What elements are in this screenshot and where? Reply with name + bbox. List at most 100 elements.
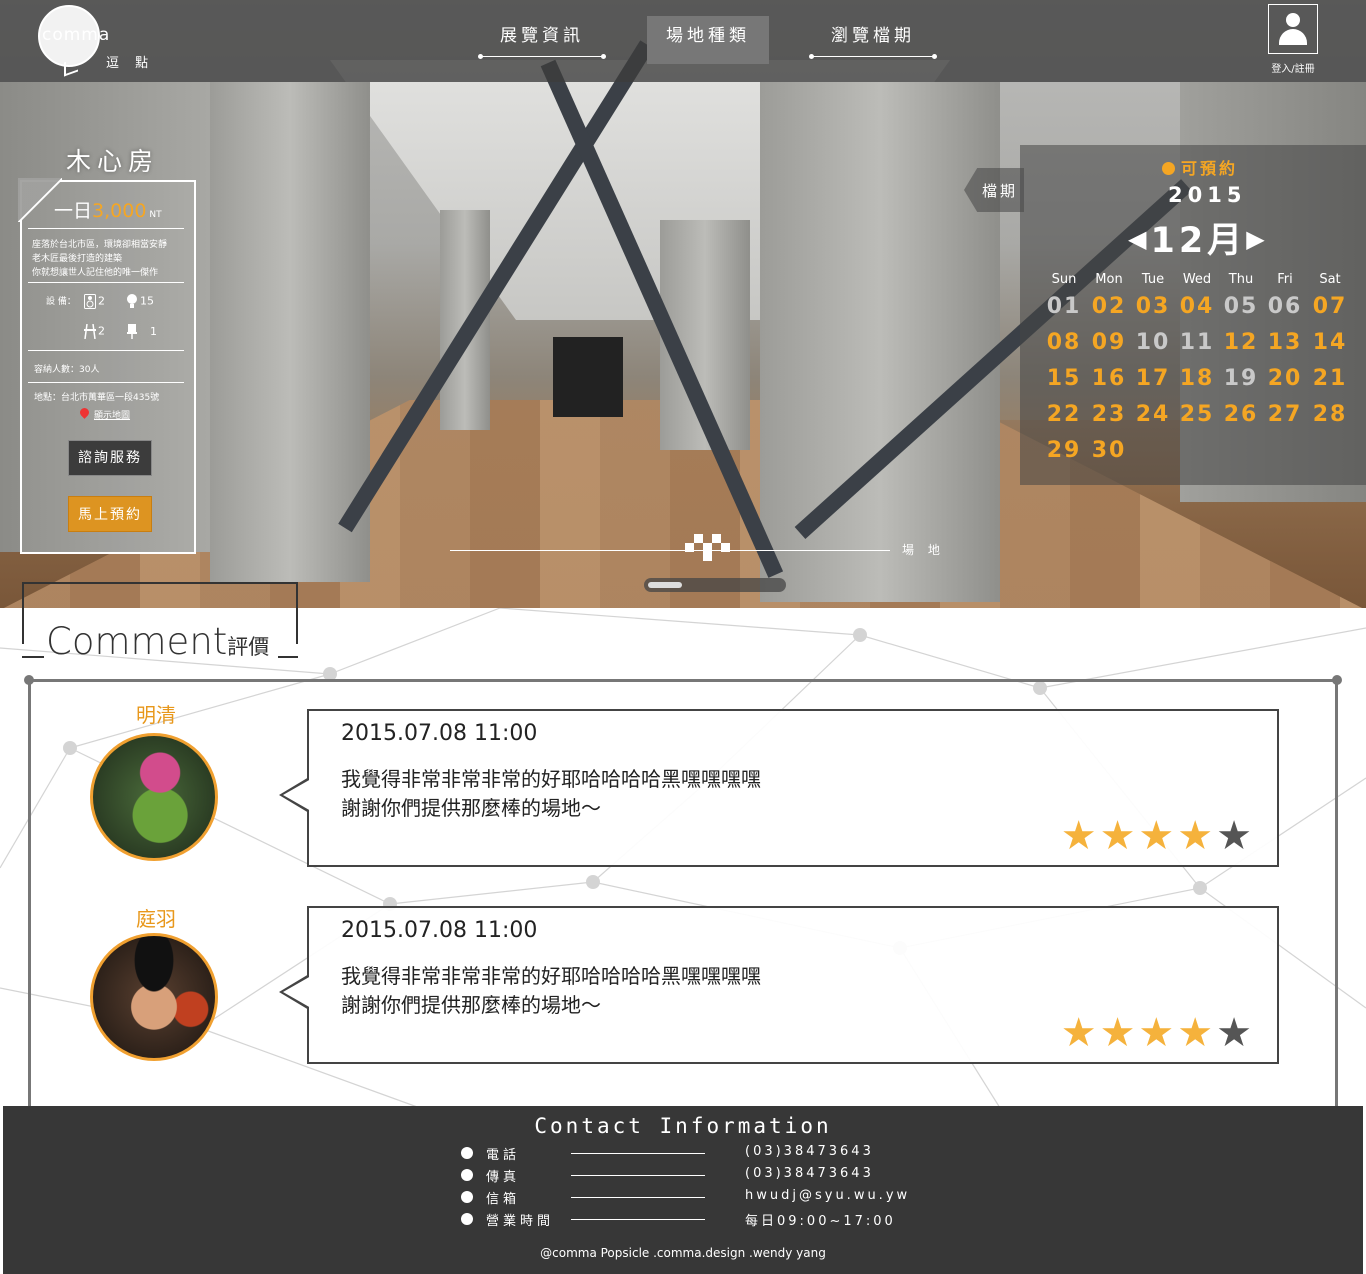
nav-venue-types[interactable]: 場地種類 <box>647 16 769 64</box>
calendar-day[interactable]: 25 <box>1175 402 1219 427</box>
price-unit: NT <box>149 210 162 220</box>
contact-email-row: 信箱 hwudj@syu.wu.yw <box>461 1188 981 1208</box>
review-datetime: 2015.07.08 11:00 <box>341 721 538 746</box>
consult-service-button[interactable]: 諮詢服務 <box>68 440 152 476</box>
bullet-icon <box>461 1213 473 1225</box>
show-map-link[interactable]: 顯示地圖 <box>94 408 130 421</box>
calendar-day[interactable]: 24 <box>1131 402 1175 427</box>
star-filled-icon: ★ <box>1177 813 1217 859</box>
nav-label: 場地種類 <box>666 26 750 46</box>
map-pin-icon <box>78 406 91 419</box>
calendar-day[interactable]: 08 <box>1042 330 1086 355</box>
calendar-day[interactable]: 17 <box>1131 366 1175 391</box>
venue-description-text: 你就想讓世人記住他的唯一傑作 <box>32 268 159 278</box>
review-bubble: 2015.07.08 11:00 我覺得非常非常非常的好耶哈哈哈哈黑嘿嘿嘿嘿 謝… <box>279 709 1279 867</box>
star-filled-icon: ★ <box>1060 1010 1100 1056</box>
calendar-day: 19 <box>1223 366 1259 391</box>
calendar-day[interactable]: 04 <box>1175 294 1219 319</box>
review-datetime: 2015.07.08 11:00 <box>341 918 538 943</box>
bubble-pointer <box>279 974 311 1010</box>
calendar-weekday: Sat <box>1319 272 1341 287</box>
price-prefix: 一日 <box>54 200 93 222</box>
calendar-day: 10 <box>1135 330 1171 355</box>
calendar-weekday: Fri <box>1277 272 1293 287</box>
calendar-day[interactable]: 15 <box>1042 366 1086 391</box>
equipment-count: 1 <box>150 324 157 338</box>
star-empty-icon: ★ <box>1216 813 1255 859</box>
venue-capacity: 容納人數：30人 <box>34 365 100 375</box>
calendar-day[interactable]: 14 <box>1308 330 1352 355</box>
contact-divider <box>571 1175 705 1176</box>
star-filled-icon: ★ <box>1060 813 1100 859</box>
slider-label: 場 地 <box>902 543 945 557</box>
review-text-line: 我覺得非常非常非常的好耶哈哈哈哈黑嘿嘿嘿嘿 <box>341 964 761 988</box>
star-filled-icon: ★ <box>1177 1010 1217 1056</box>
equipment-count: 2 <box>98 324 105 338</box>
calendar-day[interactable]: 09 <box>1087 330 1131 355</box>
calendar-day[interactable]: 23 <box>1087 402 1131 427</box>
speaker-icon <box>84 294 96 309</box>
review-text: 我覺得非常非常非常的好耶哈哈哈哈黑嘿嘿嘿嘿 謝謝你們提供那麼棒的場地～ <box>341 765 1041 823</box>
contact-label: 營業時間 <box>486 1214 555 1229</box>
nav-exhibition-info[interactable]: 展覽資訊 <box>478 16 606 64</box>
logo-text-value: comma <box>42 25 111 45</box>
login-button[interactable] <box>1268 4 1318 54</box>
review-rating: ★★★★★ <box>1061 813 1255 859</box>
equipment-table: 2 <box>84 323 105 340</box>
calendar-weekday: Sun <box>1051 272 1077 287</box>
calendar-day: 11 <box>1179 330 1215 355</box>
equipment-chair: 1 <box>126 324 157 339</box>
login-label[interactable]: 登入/註冊 <box>1262 60 1324 75</box>
calendar-day[interactable]: 22 <box>1042 402 1086 427</box>
price-amount: 3,000 <box>92 200 147 222</box>
calendar-day[interactable]: 12 <box>1219 330 1263 355</box>
review-text: 我覺得非常非常非常的好耶哈哈哈哈黑嘿嘿嘿嘿 謝謝你們提供那麼棒的場地～ <box>341 962 1041 1020</box>
calendar-day[interactable]: 18 <box>1175 366 1219 391</box>
review-text-line: 謝謝你們提供那麼棒的場地～ <box>341 796 601 820</box>
comment-title: Comment評價 <box>46 620 269 663</box>
calendar-day[interactable]: 27 <box>1263 402 1307 427</box>
calendar-day[interactable]: 21 <box>1308 366 1352 391</box>
nav-label: 展覽資訊 <box>500 26 584 46</box>
prev-month-icon[interactable]: ◀ <box>1128 225 1150 253</box>
contact-label: 信箱 <box>486 1192 521 1207</box>
hero-doorway <box>553 337 623 417</box>
calendar-day[interactable]: 13 <box>1263 330 1307 355</box>
contact-divider <box>571 1197 705 1198</box>
calendar-tab-label[interactable]: 檔期 <box>982 180 1018 201</box>
contact-hours-row: 營業時間 每日09:00~17:00 <box>461 1210 981 1230</box>
venue-info-card: 一日3,000 NT 座落於台北市區，環境卻相當安靜 老木匠最後打造的建築 你就想讓世… <box>18 178 196 554</box>
logo-text: comma <box>42 25 110 45</box>
contact-value[interactable]: hwudj@syu.wu.yw <box>745 1188 910 1203</box>
calendar-day: 06 <box>1267 294 1303 319</box>
calendar-weekday: Wed <box>1182 272 1212 287</box>
venue-description-line: 座落於台北市區，環境卻相當安靜 老木匠最後打造的建築 你就想讓世人記住他的唯一傑作 <box>32 238 192 280</box>
venue-slider-track[interactable] <box>450 550 890 551</box>
nav-browse-schedule[interactable]: 瀏覽檔期 <box>809 16 937 64</box>
calendar-day[interactable]: 03 <box>1131 294 1175 319</box>
reviewer-name: 庭羽 <box>136 907 176 931</box>
calendar-day[interactable]: 26 <box>1219 402 1263 427</box>
calendar-day[interactable]: 07 <box>1308 294 1352 319</box>
calendar-day[interactable]: 16 <box>1087 366 1131 391</box>
contact-value: (03)38473643 <box>745 1166 874 1181</box>
venue-description-text: 老木匠最後打造的建築 <box>32 254 123 264</box>
calendar-weekday: Thu <box>1228 272 1254 287</box>
next-month-icon[interactable]: ▶ <box>1246 225 1268 253</box>
venue-slider-handle[interactable] <box>685 534 731 562</box>
star-filled-icon: ★ <box>1099 1010 1139 1056</box>
hero-pillar-1 <box>210 82 370 582</box>
calendar-month-nav: ◀12月▶ <box>1128 212 1269 263</box>
calendar-day[interactable]: 29 <box>1042 438 1086 463</box>
review-bubble: 2015.07.08 11:00 我覺得非常非常非常的好耶哈哈哈哈黑嘿嘿嘿嘿 謝… <box>279 906 1279 1064</box>
calendar-day[interactable]: 20 <box>1263 366 1307 391</box>
calendar-day[interactable]: 30 <box>1087 438 1131 463</box>
carousel-scroll-thumb[interactable] <box>648 582 682 588</box>
bullet-icon <box>461 1191 473 1203</box>
venue-address: 地點：台北市萬華區一段435號 <box>34 393 160 403</box>
contact-label: 傳真 <box>486 1170 521 1185</box>
calendar-day[interactable]: 28 <box>1308 402 1352 427</box>
available-label: 可預約 <box>1181 159 1239 178</box>
calendar-day[interactable]: 02 <box>1087 294 1131 319</box>
book-now-button[interactable]: 馬上預約 <box>68 496 152 532</box>
